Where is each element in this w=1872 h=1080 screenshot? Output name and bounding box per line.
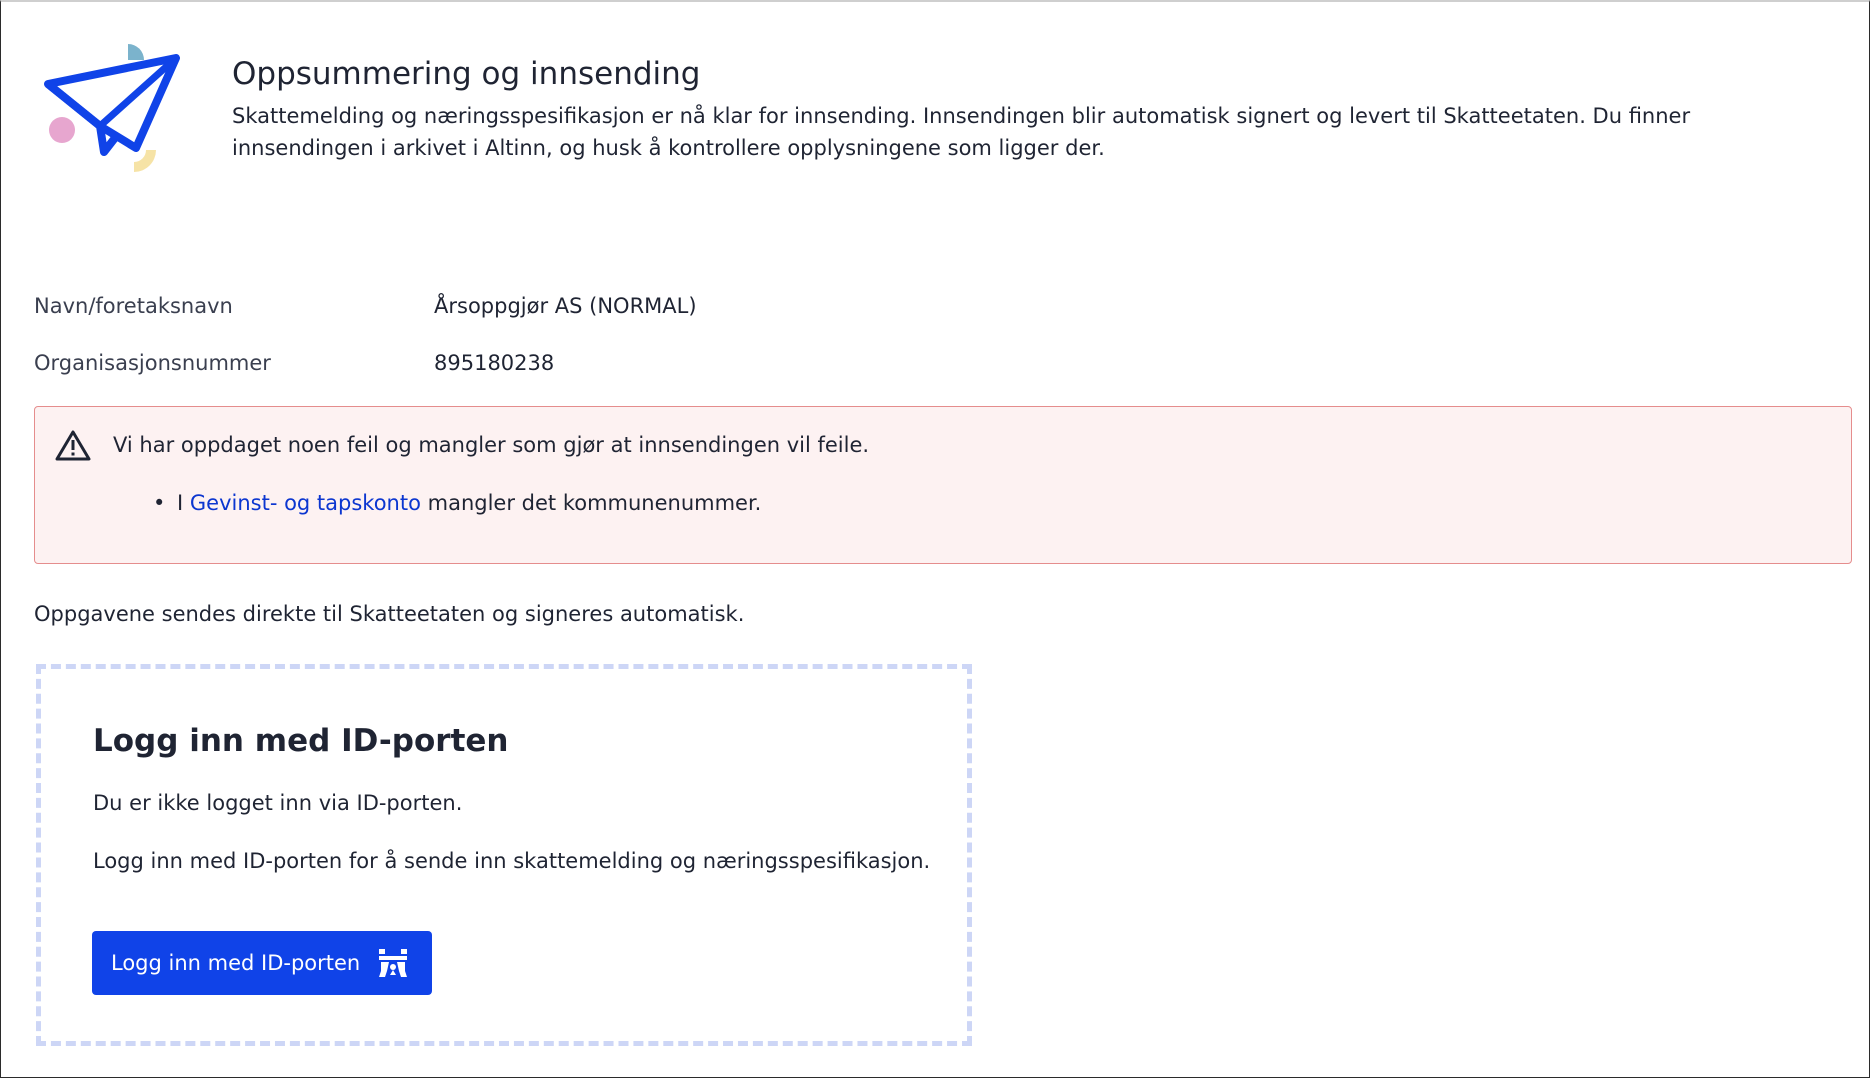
login-button-label: Logg inn med ID-porten xyxy=(111,951,361,975)
login-status-text: Du er ikke logget inn via ID-porten. xyxy=(93,791,463,815)
login-panel: Logg inn med ID-porten Du er ikke logget… xyxy=(36,664,972,1046)
alert-item-suffix: mangler det kommunenummer. xyxy=(420,491,762,515)
paper-plane-icon xyxy=(44,44,180,172)
page-title: Oppsummering og innsending xyxy=(232,56,701,92)
name-label: Navn/foretaksnavn xyxy=(34,294,233,318)
intro-text: Skattemelding og næringsspesifikasjon er… xyxy=(232,104,1691,160)
login-instruction-text: Logg inn med ID-porten for å sende inn s… xyxy=(93,849,931,873)
login-title: Logg inn med ID-porten xyxy=(93,723,509,759)
error-alert: Vi har oppdaget noen feil og mangler som… xyxy=(34,406,1852,564)
alert-list-item: I Gevinst- og tapskonto mangler det komm… xyxy=(153,487,761,519)
login-id-porten-button[interactable]: Logg inn med ID-porten xyxy=(92,931,432,995)
name-value: Årsoppgjør AS (NORMAL) xyxy=(434,294,697,318)
orgnr-value: 895180238 xyxy=(434,351,555,375)
submission-note: Oppgavene sendes direkte til Skatteetate… xyxy=(34,602,745,626)
orgnr-label: Organisasjonsnummer xyxy=(34,351,271,375)
page-header: Oppsummering og innsending Skattemelding… xyxy=(232,54,1832,164)
id-porten-icon xyxy=(379,949,407,977)
alert-list: I Gevinst- og tapskonto mangler det komm… xyxy=(153,487,761,519)
alert-item-prefix: I xyxy=(177,491,190,515)
warning-icon xyxy=(55,430,91,461)
gevinst-og-tapskonto-link[interactable]: Gevinst- og tapskonto xyxy=(190,491,421,515)
alert-message: Vi har oppdaget noen feil og mangler som… xyxy=(113,433,870,457)
